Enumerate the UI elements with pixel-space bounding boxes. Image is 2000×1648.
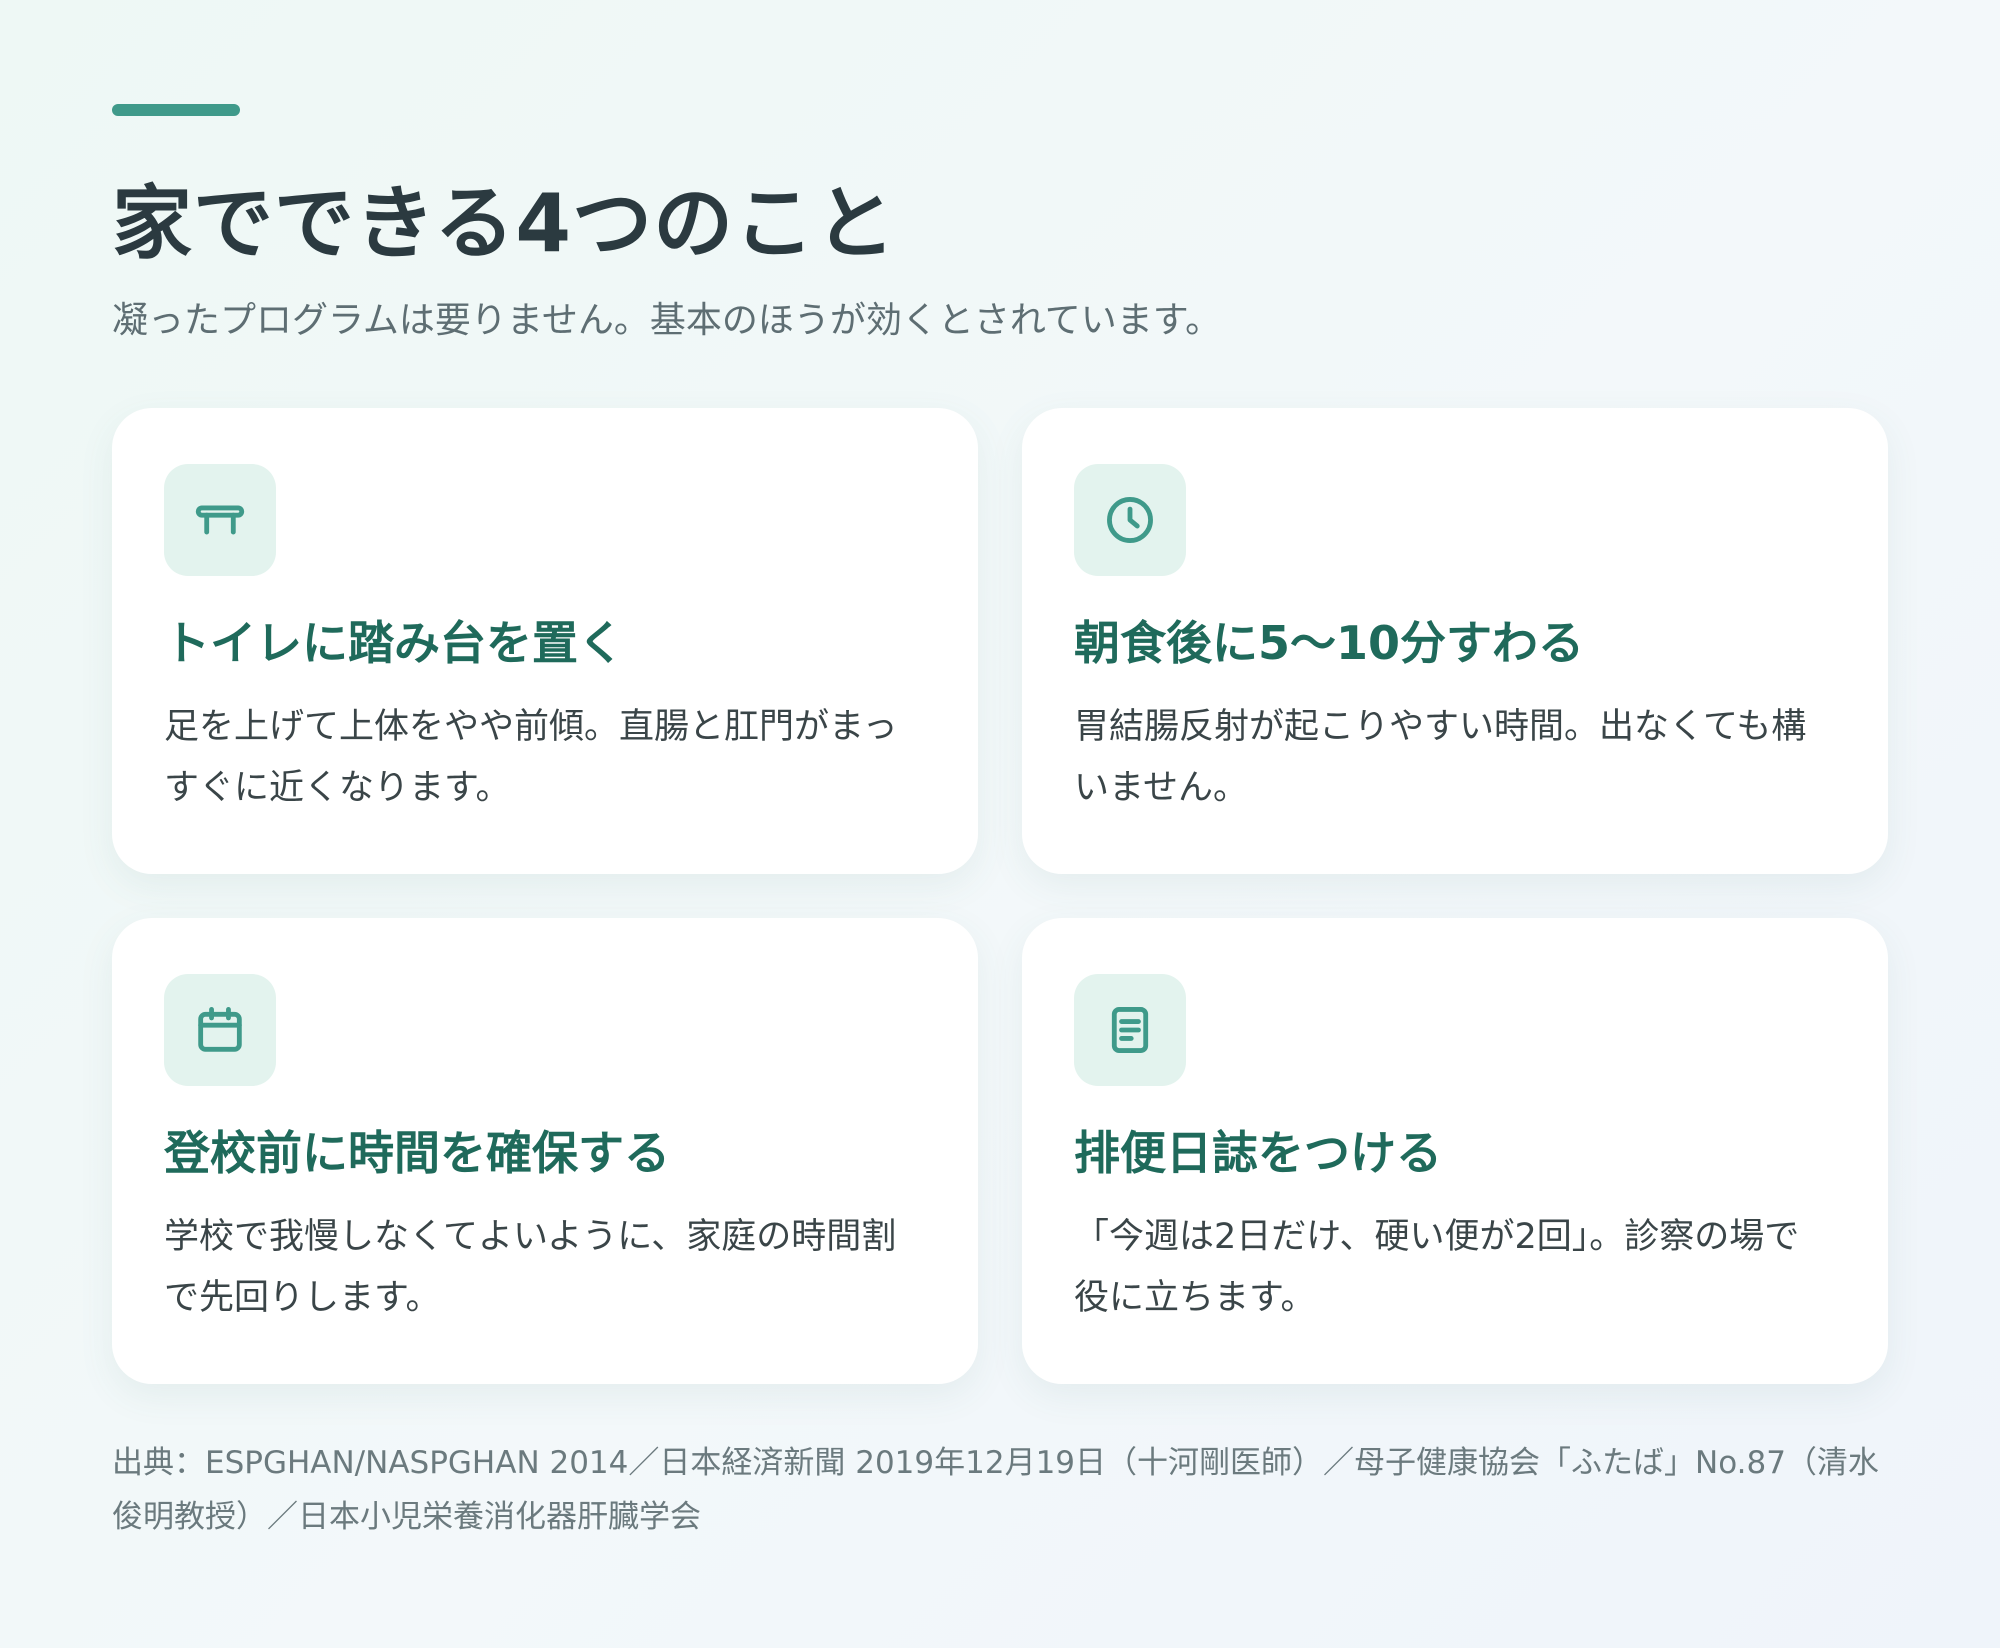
card-title: 登校前に時間を確保する (164, 1126, 670, 1180)
card-after-breakfast: 朝食後に5〜10分すわる 胃結腸反射が起こりやすい時間。出なくても構いません。 (1022, 408, 1888, 874)
source-citation: 出典：ESPGHAN/NASPGHAN 2014／日本経済新聞 2019年12月… (112, 1445, 1879, 1535)
card-before-school: 登校前に時間を確保する 学校で我慢しなくてよいように、家庭の時間割で先回りします… (112, 918, 978, 1384)
calendar-icon (164, 974, 276, 1086)
stool-icon (164, 464, 276, 576)
page-title: 家でできる4つのこと (112, 177, 897, 270)
card-text: 足を上げて上体をやや前傾。直腸と肛門がまっすぐに近くなります。 (164, 707, 898, 809)
page-subtitle: 凝ったプログラムは要りません。基本のほうが効くとされています。 (112, 300, 1222, 341)
card-footstool: トイレに踏み台を置く 足を上げて上体をやや前傾。直腸と肛門がまっすぐに近くなりま… (112, 408, 978, 874)
accent-bar (112, 104, 240, 116)
card-title: トイレに踏み台を置く (164, 616, 624, 670)
card-text: 学校で我慢しなくてよいように、家庭の時間割で先回りします。 (164, 1217, 897, 1319)
card-text: 「今週は2日だけ、硬い便が2回」。診察の場で役に立ちます。 (1074, 1217, 1800, 1319)
card-text: 胃結腸反射が起こりやすい時間。出なくても構いません。 (1074, 707, 1807, 809)
card-bowel-diary: 排便日誌をつける 「今週は2日だけ、硬い便が2回」。診察の場で役に立ちます。 (1022, 918, 1888, 1384)
clock-icon (1074, 464, 1186, 576)
page: 家でできる4つのこと 凝ったプログラムは要りません。基本のほうが効くとされていま… (112, 104, 1888, 1535)
card-title: 排便日誌をつける (1074, 1126, 1442, 1180)
card-grid: トイレに踏み台を置く 足を上げて上体をやや前傾。直腸と肛門がまっすぐに近くなりま… (112, 408, 1888, 1384)
card-title: 朝食後に5〜10分すわる (1074, 616, 1585, 670)
notebook-icon (1074, 974, 1186, 1086)
